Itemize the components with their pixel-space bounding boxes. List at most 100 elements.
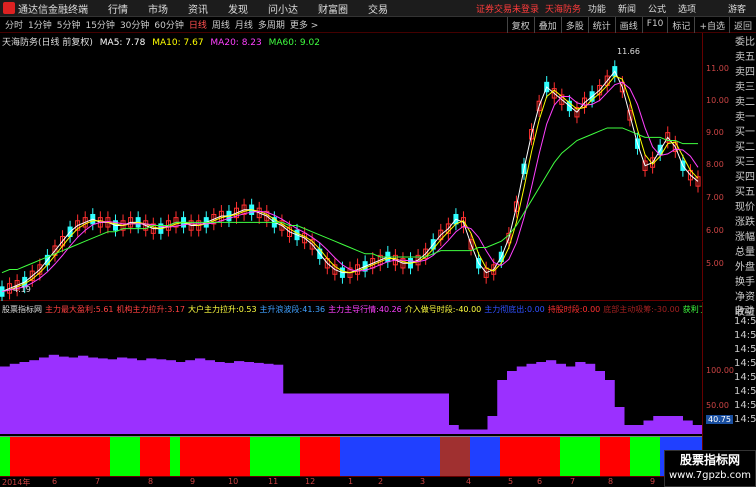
menu-gongshi[interactable]: 公式: [648, 2, 666, 15]
fuquan-button[interactable]: 复权: [506, 17, 534, 33]
indicator-bar: [360, 393, 371, 434]
menu-xuanxiang[interactable]: 选项: [678, 2, 696, 15]
indicator-bar: [575, 362, 586, 434]
side-item[interactable]: 卖一: [734, 108, 756, 123]
period-fenshi[interactable]: 分时: [5, 18, 23, 31]
indicator-bar: [468, 429, 479, 434]
side-item[interactable]: 总量: [734, 243, 756, 258]
side-item[interactable]: 涨跌: [734, 213, 756, 228]
duogu-button[interactable]: 多股: [560, 17, 588, 33]
ind-side-item[interactable]: 14:50: [734, 414, 756, 428]
indicator-field: 持股时段:0.00: [547, 305, 601, 314]
side-item[interactable]: 卖四: [734, 63, 756, 78]
stock-name: 天海防务: [545, 4, 582, 15]
side-item[interactable]: 外盘: [734, 258, 756, 273]
menu-xinwen[interactable]: 新闻: [618, 2, 636, 15]
indicator-bar: [419, 393, 430, 434]
signal-block: [120, 437, 140, 476]
ind-side-item[interactable]: 14:50: [734, 386, 756, 400]
side-item[interactable]: 净资: [734, 288, 756, 303]
ind-side-item[interactable]: 14:50: [734, 344, 756, 358]
indicator-bar: [302, 393, 313, 434]
menu-gongneng[interactable]: 功能: [588, 2, 606, 15]
menu-jiaoyi[interactable]: 交易: [368, 1, 388, 16]
ind-side-item[interactable]: 自动: [734, 302, 756, 316]
indicator-bar: [78, 355, 89, 434]
ind-side-item[interactable]: 14:50: [734, 330, 756, 344]
indicator-bar: [604, 380, 615, 434]
date-tick: 1: [348, 477, 354, 486]
signal-block: [0, 437, 10, 476]
back-button[interactable]: 返回: [728, 17, 756, 33]
tongji-button[interactable]: 统计: [587, 17, 615, 33]
indicator-bar: [204, 360, 215, 434]
huaxian-button[interactable]: 画线: [614, 17, 642, 33]
period-60min[interactable]: 60分钟: [154, 18, 183, 31]
side-item[interactable]: 买二: [734, 138, 756, 153]
period-more[interactable]: 更多 >: [290, 18, 318, 31]
menu-zixun[interactable]: 资讯: [188, 1, 208, 16]
period-daily[interactable]: 日线: [189, 18, 207, 31]
side-item[interactable]: 卖二: [734, 93, 756, 108]
side-item[interactable]: 卖三: [734, 78, 756, 93]
signal-block: [180, 437, 250, 476]
date-tick: 2: [378, 477, 384, 486]
menu-hangqing[interactable]: 行情: [108, 1, 128, 16]
indicator-bar: [409, 393, 420, 434]
indicator-bar: [516, 366, 527, 434]
indicator-field: 获利了结: [682, 305, 702, 314]
period-15min[interactable]: 15分钟: [85, 18, 114, 31]
chart-title: 天海防务(日线 前复权): [2, 38, 93, 48]
date-tick: 7: [95, 477, 101, 486]
period-5min[interactable]: 5分钟: [57, 18, 81, 31]
side-item[interactable]: 卖五: [734, 48, 756, 63]
ma5-line: [1, 70, 699, 293]
ind-side-item[interactable]: 14:50: [734, 358, 756, 372]
indicator-panel[interactable]: 股票指标网 主力最大盈利:5.61 机构主力拉升:3.17 大户主力拉升:0.53 主升…: [0, 302, 702, 476]
indicator-field: 大户主力拉升:0.53: [188, 305, 257, 314]
guest-label[interactable]: 游客: [728, 2, 746, 15]
f10-button[interactable]: F10: [641, 17, 668, 33]
ind-current-value: 40.75: [706, 415, 733, 424]
indicator-field: 主力最大盈利:5.61: [45, 305, 114, 314]
indicator-bar: [663, 416, 674, 434]
diejia-button[interactable]: 叠加: [533, 17, 561, 33]
signal-block: [440, 437, 470, 476]
indicator-chart[interactable]: [0, 302, 702, 476]
side-item[interactable]: 换手: [734, 273, 756, 288]
side-item[interactable]: 现价: [734, 198, 756, 213]
price-chart[interactable]: 天海防务(日线 前复权) MA5: 7.78 MA10: 7.67 MA20: …: [0, 33, 702, 301]
side-item[interactable]: 买四: [734, 168, 756, 183]
indicator-bar: [136, 360, 147, 434]
biaoji-button[interactable]: 标记: [667, 17, 694, 33]
period-30min[interactable]: 30分钟: [120, 18, 149, 31]
period-monthly[interactable]: 月线: [235, 18, 253, 31]
add-watchlist-button[interactable]: +自选: [694, 17, 729, 33]
signal-block: [10, 437, 110, 476]
price-tick: 9.00: [706, 128, 724, 137]
side-item[interactable]: 买一: [734, 123, 756, 138]
ind-side-item[interactable]: 14:50: [734, 372, 756, 386]
period-multi[interactable]: 多周期: [258, 18, 285, 31]
indicator-bar: [672, 416, 683, 434]
side-item[interactable]: 买五: [734, 183, 756, 198]
ind-side-item[interactable]: 14:50: [734, 400, 756, 414]
menu-caifuquan[interactable]: 财富圈: [318, 1, 348, 16]
side-item[interactable]: 买三: [734, 153, 756, 168]
menu-faxian[interactable]: 发现: [228, 1, 248, 16]
indicator-bar: [497, 380, 508, 434]
indicator-bar: [165, 360, 176, 434]
side-item[interactable]: 委比: [734, 33, 756, 48]
period-1min[interactable]: 1分钟: [28, 18, 52, 31]
date-tick: 8: [148, 477, 154, 486]
menu-shichang[interactable]: 市场: [148, 1, 168, 16]
menu-wenxiaoda[interactable]: 问小达: [268, 1, 298, 16]
candlestick-chart[interactable]: [0, 33, 702, 301]
indicator-bar: [331, 393, 342, 434]
period-weekly[interactable]: 周线: [212, 18, 230, 31]
indicator-field: 主力主导行情:40.26: [328, 305, 402, 314]
side-item[interactable]: 涨幅: [734, 228, 756, 243]
indicator-bar: [243, 362, 254, 434]
login-warning[interactable]: 证券交易未登录: [476, 2, 539, 15]
ind-side-item[interactable]: 14:50: [734, 316, 756, 330]
